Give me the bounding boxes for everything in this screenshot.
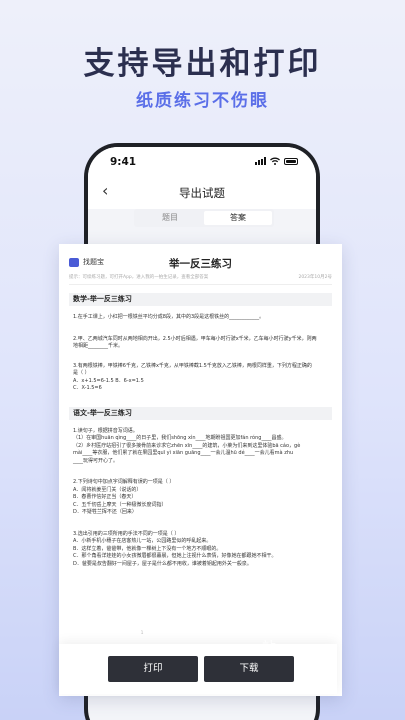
- print-button[interactable]: 打印: [108, 656, 198, 682]
- tab-questions[interactable]: 题目: [136, 211, 204, 225]
- nav-title: 导出试题: [179, 186, 225, 200]
- question-item: 2.下列诗句中加点字词解释有误的一项是（ ） A．闻将就姜至门关（说话的） B．春曹…: [73, 479, 328, 517]
- document-title: 举一反三练习: [169, 258, 232, 270]
- promo-headline: 支持导出和打印: [83, 46, 322, 82]
- download-button[interactable]: 下载: [204, 656, 294, 682]
- question-line: D．不疑牲兰挥不还（回来）: [73, 509, 137, 515]
- section-title: 语文-举一反三练习: [69, 406, 332, 420]
- question-item: 3.选出引用的三项所用的手法不同的一项是（ ） A．小新手机小穗子在店客热儿一站，…: [73, 531, 328, 569]
- question-line: C．那个角看洋娃娃的小女孩微眉都很暮晨，但她上注视什么表情，好像她在都跟她不相干…: [73, 553, 277, 559]
- status-time: 9:41: [110, 156, 137, 168]
- question-line: mài____等衣服，他们累了就在果园里quī yì xiān guāng___…: [73, 450, 294, 456]
- question-line: A．x+1.5=6-1.5 B．6-x=1.5: [73, 377, 144, 384]
- nav-bar: ‹ 导出试题: [88, 175, 316, 209]
- question-line: 2.下列诗句中加点字词解释有误的一项是（ ）: [73, 479, 175, 485]
- watermark: 站: [262, 640, 277, 656]
- tab-switcher: 题目 答案: [134, 209, 274, 227]
- section-title: 数学-举一反三练习: [69, 293, 332, 306]
- action-bar: 打印 下载: [59, 644, 337, 694]
- question-line: C．五千仞岳上摩天（一种极微长度词指）: [73, 501, 167, 508]
- promo-subline: 纸质练习不伤眼: [136, 91, 269, 111]
- page-indicator: 1: [140, 631, 144, 636]
- question-line: 1.读句子，根据拼音写词语。: [73, 427, 138, 434]
- question-item: 1.读句子，根据拼音写词语。 （1）在审国huān qìng____的日子里，我们…: [73, 428, 328, 466]
- question-line: 地相距________千米。: [73, 343, 124, 349]
- question-line: B．这样立着，爸爸带，他就像一棵树上下没有一个地方不顺眼的。: [73, 545, 222, 552]
- question-line: A．小新手机小穗子在店客热儿一站，公园路里似的呼乱起来。: [73, 538, 212, 544]
- question-line: B．春曹作信好正当（春天）: [73, 494, 137, 500]
- meta-date: 2023年10月2号: [298, 275, 332, 280]
- question-line: 1.在手工课上，小红把一根铁丝平均分成8段，其中的3段是这根铁丝的_______…: [73, 314, 265, 320]
- wifi-icon: [270, 157, 280, 165]
- question-line: C．X-1.5=6: [73, 385, 102, 391]
- battery-icon: [284, 157, 298, 165]
- question-line: （2）乡村医疗站招引了很多接骨前来诊求它zhēn xīn____的建筑，小莱为们…: [73, 442, 301, 449]
- meta-hint: 提示：可续练习题，可打开App，进入我的一拍生记录，查看全部答案: [69, 275, 209, 280]
- question-line: 3.有两根铁棒，甲铁棒6千克，乙铁棒x千克，从甲铁棒截1.5千克放入乙铁棒，两根…: [73, 362, 312, 369]
- question-line: 2.甲、乙两城汽车同时从两地相向开出，2.5小时后相遇，甲车每小时行驶x千米，乙…: [73, 335, 317, 342]
- question-item: 3.有两根铁棒，甲铁棒6千克，乙铁棒x千克，从甲铁棒截1.5千克放入乙铁棒，两根…: [73, 363, 328, 393]
- signal-icon: [255, 157, 266, 165]
- document-meta: 提示：可续练习题，可打开App，进入我的一拍生记录，查看全部答案 2023年10…: [69, 274, 332, 285]
- question-line: 3.选出引用的三项所用的手法不同的一项是（ ）: [73, 530, 180, 537]
- question-line: 是（ ）: [73, 370, 90, 376]
- question-line: D．爸要是叔告翻好一间屋子，屋子是什么都不用收，谁被着钥起用外关一般泉。: [73, 560, 252, 567]
- question-item: 1.在手工课上，小红把一根铁丝平均分成8段，其中的3段是这根铁丝的_______…: [73, 314, 328, 322]
- question-line: A．闻将就姜至门关（说话的）: [73, 486, 142, 493]
- document-header: 找题宝 举一反三练习: [59, 244, 342, 270]
- question-item: 2.甲、乙两城汽车同时从两地相向开出，2.5小时后相遇，甲车每小时行驶x千米，乙…: [73, 336, 328, 351]
- status-bar: 9:41: [88, 147, 316, 175]
- export-document-preview: 找题宝 举一反三练习 提示：可续练习题，可打开App，进入我的一拍生记录，查看全…: [59, 244, 342, 696]
- document-sections: 数学-举一反三练习 1.在手工课上，小红把一根铁丝平均分成8段，其中的3段是这根铁…: [59, 293, 342, 568]
- question-line: （1）在审国huān qìng____的日子里，我们shōng xìn____地…: [73, 435, 287, 441]
- status-icons: [255, 157, 298, 165]
- question-line: ____玩得可开心了。: [73, 457, 119, 464]
- tab-answers[interactable]: 答案: [204, 211, 272, 225]
